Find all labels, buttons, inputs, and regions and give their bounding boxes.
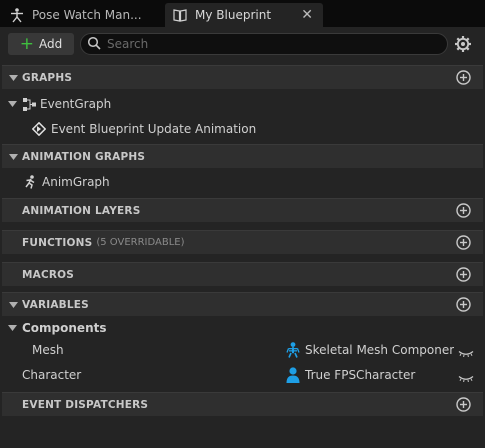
gear-icon[interactable] bbox=[454, 35, 472, 56]
variable-row-character[interactable]: Character True FPSCharacter bbox=[0, 363, 485, 387]
eye-closed-icon[interactable] bbox=[458, 346, 474, 360]
graph-item-label: EventGraph bbox=[40, 97, 112, 111]
add-graph-icon[interactable] bbox=[456, 70, 471, 88]
section-functions[interactable]: FUNCTIONS (5 OVERRIDABLE) bbox=[2, 230, 483, 254]
search-box[interactable] bbox=[80, 33, 448, 55]
section-graphs[interactable]: GRAPHS bbox=[2, 65, 483, 89]
tab-label: My Blueprint bbox=[195, 8, 272, 22]
tab-my-blueprint[interactable]: My Blueprint ✕ bbox=[165, 3, 323, 27]
pose-figure-icon bbox=[8, 7, 26, 23]
anim-graph-label: AnimGraph bbox=[42, 175, 110, 189]
add-button-label: Add bbox=[39, 37, 63, 51]
section-title: FUNCTIONS bbox=[22, 236, 93, 249]
section-title: GRAPHS bbox=[22, 71, 73, 84]
add-function-icon[interactable] bbox=[456, 235, 471, 253]
search-icon bbox=[87, 36, 101, 53]
event-diamond-icon bbox=[32, 122, 46, 136]
variable-group-components[interactable]: Components bbox=[0, 316, 485, 340]
close-icon[interactable]: ✕ bbox=[301, 7, 313, 23]
chevron-down-icon bbox=[5, 325, 19, 331]
section-animation-graphs[interactable]: ANIMATION GRAPHS bbox=[2, 144, 483, 168]
section-title: ANIMATION LAYERS bbox=[22, 204, 141, 217]
eye-closed-icon[interactable] bbox=[458, 371, 474, 385]
chevron-down-icon bbox=[6, 153, 20, 160]
add-animation-layer-icon[interactable] bbox=[456, 203, 471, 221]
tab-bar: Pose Watch Man... My Blueprint ✕ bbox=[0, 0, 485, 27]
person-icon bbox=[286, 367, 300, 383]
tab-pose-watch-manager[interactable]: Pose Watch Man... bbox=[0, 3, 162, 27]
graph-item-event-blueprint-update[interactable]: Event Blueprint Update Animation bbox=[0, 117, 485, 141]
section-macros[interactable]: MACROS bbox=[2, 262, 483, 286]
variable-row-mesh[interactable]: Mesh Skeletal Mesh Componen bbox=[0, 338, 485, 362]
add-button[interactable]: + Add bbox=[8, 33, 74, 55]
variable-type-label: Skeletal Mesh Componen bbox=[305, 343, 454, 357]
section-animation-layers[interactable]: ANIMATION LAYERS bbox=[2, 198, 483, 222]
section-title: MACROS bbox=[22, 268, 75, 281]
section-title: ANIMATION GRAPHS bbox=[22, 150, 146, 163]
skeleton-icon bbox=[286, 342, 300, 358]
search-input[interactable] bbox=[107, 37, 427, 51]
chevron-down-icon bbox=[6, 301, 20, 308]
graph-item-event-graph[interactable]: EventGraph bbox=[0, 92, 485, 116]
variable-type[interactable]: True FPSCharacter bbox=[286, 367, 454, 383]
anim-graph-item[interactable]: AnimGraph bbox=[0, 170, 485, 194]
tab-label: Pose Watch Man... bbox=[32, 8, 142, 22]
variable-type-label: True FPSCharacter bbox=[305, 368, 416, 382]
section-subtitle: (5 OVERRIDABLE) bbox=[96, 237, 185, 248]
section-variables[interactable]: VARIABLES bbox=[2, 292, 483, 316]
variable-name: Mesh bbox=[32, 343, 64, 357]
chevron-down-icon bbox=[5, 101, 19, 107]
toolbar: + Add bbox=[0, 27, 485, 61]
variable-type[interactable]: Skeletal Mesh Componen bbox=[286, 342, 454, 358]
section-event-dispatchers[interactable]: EVENT DISPATCHERS bbox=[2, 392, 483, 416]
variable-group-label: Components bbox=[22, 321, 107, 335]
add-variable-icon[interactable] bbox=[456, 297, 471, 315]
running-figure-icon bbox=[23, 175, 37, 189]
add-macro-icon[interactable] bbox=[456, 267, 471, 285]
plus-icon: + bbox=[19, 33, 34, 54]
my-blueprint-panel: + Add Search GRAPHS EventGraph Event Blu… bbox=[0, 27, 485, 448]
book-icon bbox=[171, 8, 189, 22]
section-title: EVENT DISPATCHERS bbox=[22, 398, 149, 411]
graph-nodes-icon bbox=[22, 97, 36, 111]
section-title: VARIABLES bbox=[22, 298, 89, 311]
add-event-dispatcher-icon[interactable] bbox=[456, 397, 471, 415]
variable-name: Character bbox=[22, 368, 82, 382]
graph-item-label: Event Blueprint Update Animation bbox=[51, 122, 257, 136]
chevron-down-icon bbox=[6, 74, 20, 81]
